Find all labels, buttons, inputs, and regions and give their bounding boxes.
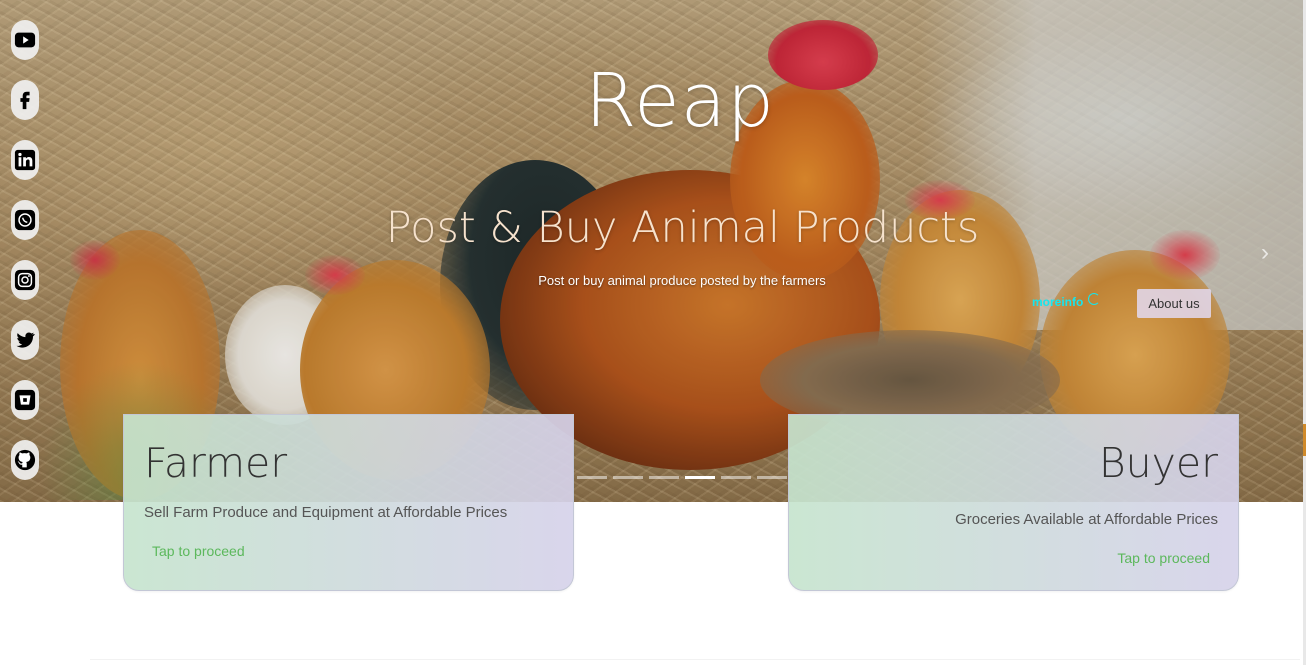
farmer-card[interactable]: Farmer Sell Farm Produce and Equipment a…	[123, 414, 574, 591]
carousel-indicator[interactable]	[721, 476, 751, 479]
facebook-icon[interactable]	[11, 80, 39, 120]
linkedin-icon[interactable]	[11, 140, 39, 180]
chevron-right-icon[interactable]: ›	[1254, 240, 1276, 266]
carousel-indicator[interactable]	[577, 476, 607, 479]
about-us-button[interactable]: About us	[1137, 289, 1211, 318]
whatsapp-icon[interactable]	[11, 200, 39, 240]
carousel-indicator[interactable]	[649, 476, 679, 479]
carousel-indicators	[577, 476, 787, 479]
hero-description: Post or buy animal produce posted by the…	[538, 273, 826, 288]
hero-title: Reap	[585, 58, 775, 144]
farmer-proceed-link[interactable]: Tap to proceed	[152, 543, 245, 559]
instagram-icon[interactable]	[11, 260, 39, 300]
hero-subtitle: Post & Buy Animal Products	[385, 203, 980, 253]
carousel-indicator[interactable]	[613, 476, 643, 479]
youtube-icon[interactable]	[11, 20, 39, 60]
carousel-indicator[interactable]	[757, 476, 787, 479]
footer-divider	[90, 659, 1300, 660]
refresh-icon[interactable]	[1088, 293, 1100, 305]
farmer-card-title: Farmer	[144, 439, 288, 487]
twitter-icon[interactable]	[11, 320, 39, 360]
bitbucket-icon[interactable]	[11, 380, 39, 420]
buyer-card[interactable]: Buyer Groceries Available at Affordable …	[788, 414, 1239, 591]
github-icon[interactable]	[11, 440, 39, 480]
carousel-indicator-active[interactable]	[685, 476, 715, 479]
buyer-proceed-link[interactable]: Tap to proceed	[1117, 550, 1210, 566]
moreinfo-link[interactable]: moreinfo	[1032, 295, 1083, 309]
buyer-card-title: Buyer	[1098, 439, 1218, 487]
buyer-card-description: Groceries Available at Affordable Prices	[955, 511, 1218, 528]
farmer-card-description: Sell Farm Produce and Equipment at Affor…	[144, 504, 508, 521]
